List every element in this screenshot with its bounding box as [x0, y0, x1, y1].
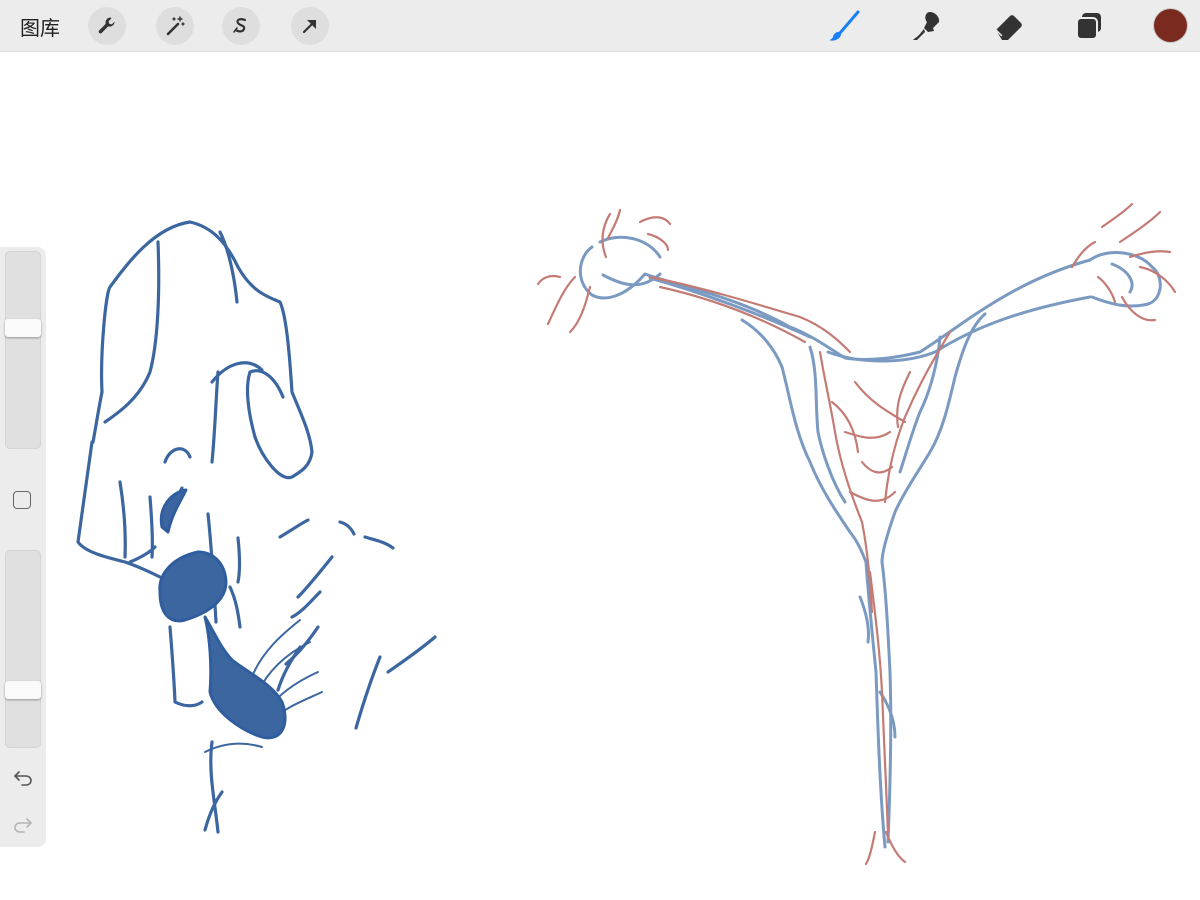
smudge-tool-button[interactable]	[906, 6, 946, 46]
skull-sketch	[76, 220, 437, 834]
brush-size-slider[interactable]	[5, 251, 41, 449]
top-toolbar: 图库	[0, 0, 1200, 52]
gallery-button[interactable]: 图库	[20, 12, 60, 41]
adjustments-button[interactable]	[156, 7, 194, 45]
uterus-sketch	[536, 202, 1177, 866]
selection-button[interactable]	[222, 7, 260, 45]
smudge-icon	[913, 12, 940, 40]
brush-size-thumb[interactable]	[5, 319, 41, 337]
brush-tool-button[interactable]	[825, 6, 865, 46]
modify-square-icon[interactable]	[13, 491, 31, 509]
drawing-canvas[interactable]	[0, 52, 1200, 900]
eraser-tool-button[interactable]	[988, 6, 1028, 46]
magic-wand-icon	[166, 16, 185, 36]
undo-button[interactable]	[11, 766, 35, 790]
eraser-icon	[995, 15, 1022, 40]
selection-icon	[233, 18, 247, 33]
brush-opacity-thumb[interactable]	[5, 681, 41, 699]
layers-icon	[1076, 13, 1101, 40]
layers-button[interactable]	[1069, 6, 1109, 46]
undo-icon	[14, 771, 32, 786]
transform-button[interactable]	[291, 7, 329, 45]
redo-icon	[14, 818, 32, 833]
color-swatch-button[interactable]	[1154, 9, 1187, 42]
brush-opacity-slider[interactable]	[5, 550, 41, 748]
transform-arrow-icon	[302, 19, 317, 34]
redo-button[interactable]	[11, 813, 35, 837]
wrench-icon	[98, 17, 115, 34]
paint-brush-icon	[829, 10, 860, 41]
side-toolbar	[0, 247, 46, 847]
artwork-strokes	[76, 202, 1177, 866]
actions-button[interactable]	[88, 7, 126, 45]
